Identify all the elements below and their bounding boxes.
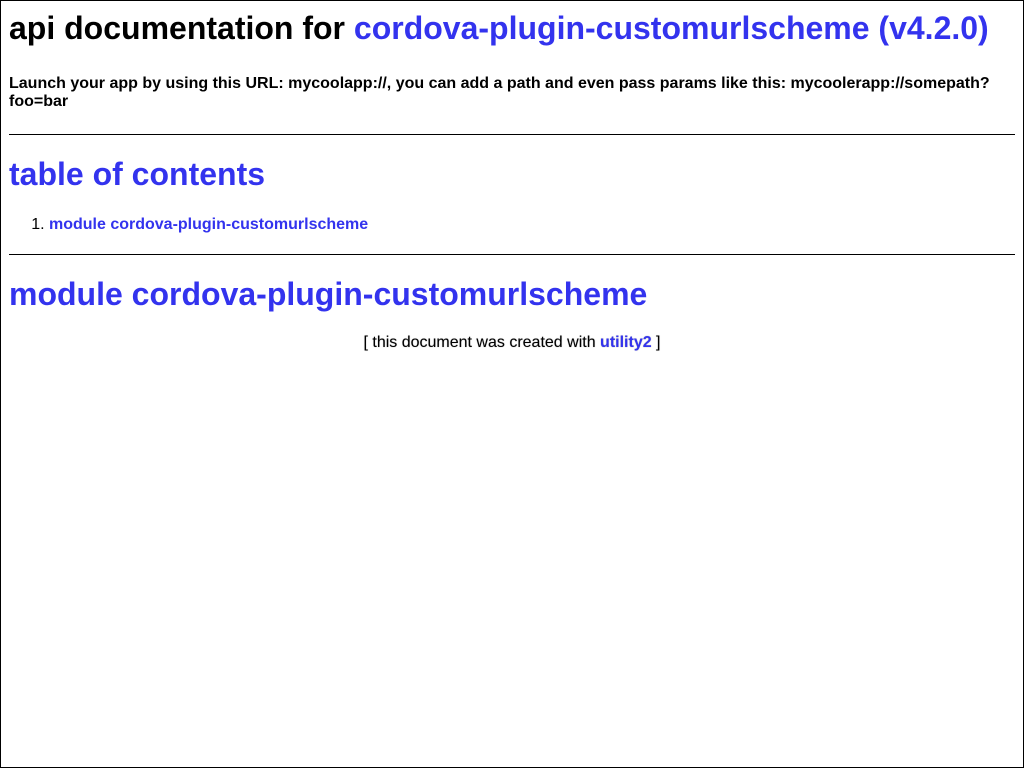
footer-prefix: [ this document was created with <box>363 334 601 351</box>
package-description: Launch your app by using this URL: mycoo… <box>9 75 990 110</box>
page-title: api documentation for cordova-plugin-cus… <box>9 10 1015 46</box>
toc-link-module[interactable]: module cordova-plugin-customurlscheme <box>49 216 368 233</box>
toc-list: module cordova-plugin-customurlscheme <box>9 216 1015 234</box>
divider <box>9 134 1015 135</box>
footer-suffix: ] <box>651 334 661 351</box>
toc-title: table of contents <box>9 156 266 192</box>
documentation-page: api documentation for cordova-plugin-cus… <box>1 10 1023 352</box>
package-link[interactable]: cordova-plugin-customurlscheme (v4.2.0) <box>354 10 989 46</box>
page-title-prefix: api documentation for <box>9 10 354 46</box>
divider <box>9 254 1015 255</box>
module-title[interactable]: module cordova-plugin-customurlscheme <box>9 276 1015 312</box>
module-title-link[interactable]: module cordova-plugin-customurlscheme <box>9 276 647 312</box>
utility2-link[interactable]: utility2 <box>600 334 652 351</box>
toc-list-item: module cordova-plugin-customurlscheme <box>49 216 1015 234</box>
footer: [ this document was created with utility… <box>9 334 1015 352</box>
